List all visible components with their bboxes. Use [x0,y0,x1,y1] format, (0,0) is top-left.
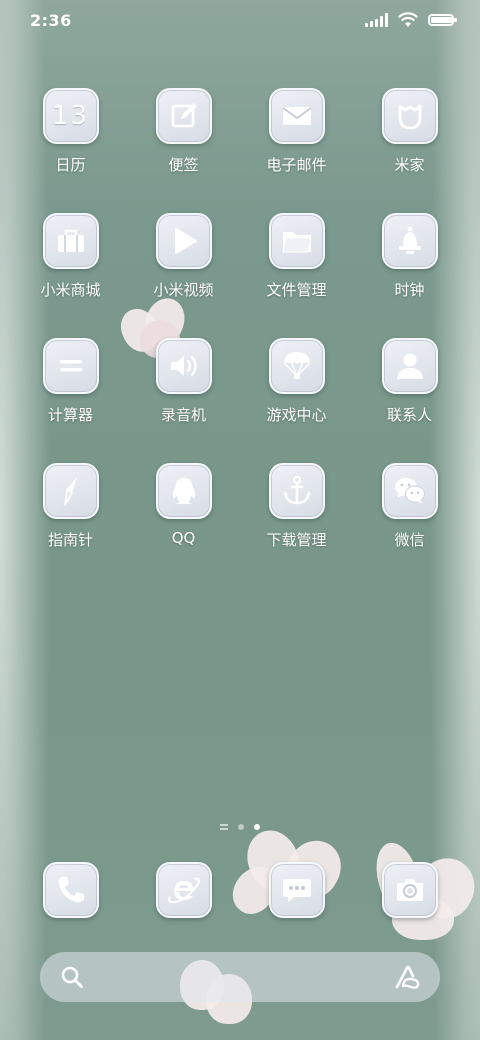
folder-icon[interactable] [268,213,325,269]
app-label: 电子邮件 [266,156,327,174]
app-anchor[interactable]: 下载管理 [240,463,353,588]
app-calculator[interactable]: 计算器 [14,338,127,463]
compass-icon[interactable] [42,463,99,519]
app-qq-penguin[interactable]: QQ [127,463,240,588]
parachute-icon[interactable] [268,338,325,394]
search-icon [61,966,83,988]
page-dot-1[interactable] [238,824,244,830]
calculator-icon[interactable] [42,338,99,394]
app-play[interactable]: 小米视频 [127,213,240,338]
app-speaker[interactable]: 录音机 [127,338,240,463]
mijia-icon[interactable] [381,88,438,144]
app-browser[interactable] [127,862,240,918]
app-label: 文件管理 [266,281,327,299]
app-compass[interactable]: 指南针 [14,463,127,588]
anchor-icon[interactable] [268,463,325,519]
status-bar: 2:36 [0,0,480,40]
search-bar[interactable] [40,952,440,1002]
phone-icon[interactable] [42,862,99,918]
app-label: 指南针 [47,531,93,549]
notes-icon[interactable] [155,88,212,144]
app-grid: 13 日历 便签 电子邮件 米家小米商城 小米视频 文件管理 时钟计算器 录音机 游戏中心 联系人指… [0,88,480,588]
alarm-bell-icon[interactable] [381,213,438,269]
wechat-icon[interactable] [381,463,438,519]
app-label: 录音机 [160,406,206,424]
app-folder[interactable]: 文件管理 [240,213,353,338]
calendar-icon[interactable]: 13 [42,88,99,144]
battery-fill [431,17,452,23]
app-calendar[interactable]: 13 日历 [14,88,127,213]
play-icon[interactable] [155,213,212,269]
app-wechat[interactable]: 微信 [353,463,466,588]
camera-icon[interactable] [381,862,438,918]
browser-icon[interactable] [155,862,212,918]
app-label: 便签 [168,156,199,174]
battery-icon [428,14,457,26]
app-label: 小米商城 [40,281,101,299]
speaker-icon[interactable] [155,338,212,394]
assistant-icon[interactable] [394,964,422,990]
app-label: 米家 [394,156,425,174]
status-icons [365,12,457,28]
app-camera[interactable] [353,862,466,918]
qq-penguin-icon[interactable] [155,463,212,519]
app-parachute[interactable]: 游戏中心 [240,338,353,463]
calendar-date: 13 [51,101,90,131]
signal-icon [365,13,388,27]
app-label: QQ [171,529,196,547]
app-email[interactable]: 电子邮件 [240,88,353,213]
contact-person-icon[interactable] [381,338,438,394]
app-label: 游戏中心 [266,406,327,424]
page-indicator [0,824,480,830]
app-label: 日历 [55,156,86,174]
app-shopping-bag[interactable]: 小米商城 [14,213,127,338]
email-icon[interactable] [268,88,325,144]
app-message-bubble[interactable] [240,862,353,918]
wifi-icon [398,12,418,27]
message-bubble-icon[interactable] [268,862,325,918]
app-label: 小米视频 [153,281,214,299]
app-notes[interactable]: 便签 [127,88,240,213]
page-dot-2[interactable] [254,824,260,830]
app-contact-person[interactable]: 联系人 [353,338,466,463]
dock [0,862,480,918]
app-alarm-bell[interactable]: 时钟 [353,213,466,338]
app-phone[interactable] [14,862,127,918]
shopping-bag-icon[interactable] [42,213,99,269]
app-label: 微信 [394,531,425,549]
app-label: 计算器 [47,406,93,424]
app-label: 联系人 [386,406,432,424]
page-indicator-menu[interactable] [220,824,228,830]
app-label: 时钟 [394,281,425,299]
status-time: 2:36 [30,11,72,30]
app-label: 下载管理 [266,531,327,549]
app-mijia[interactable]: 米家 [353,88,466,213]
